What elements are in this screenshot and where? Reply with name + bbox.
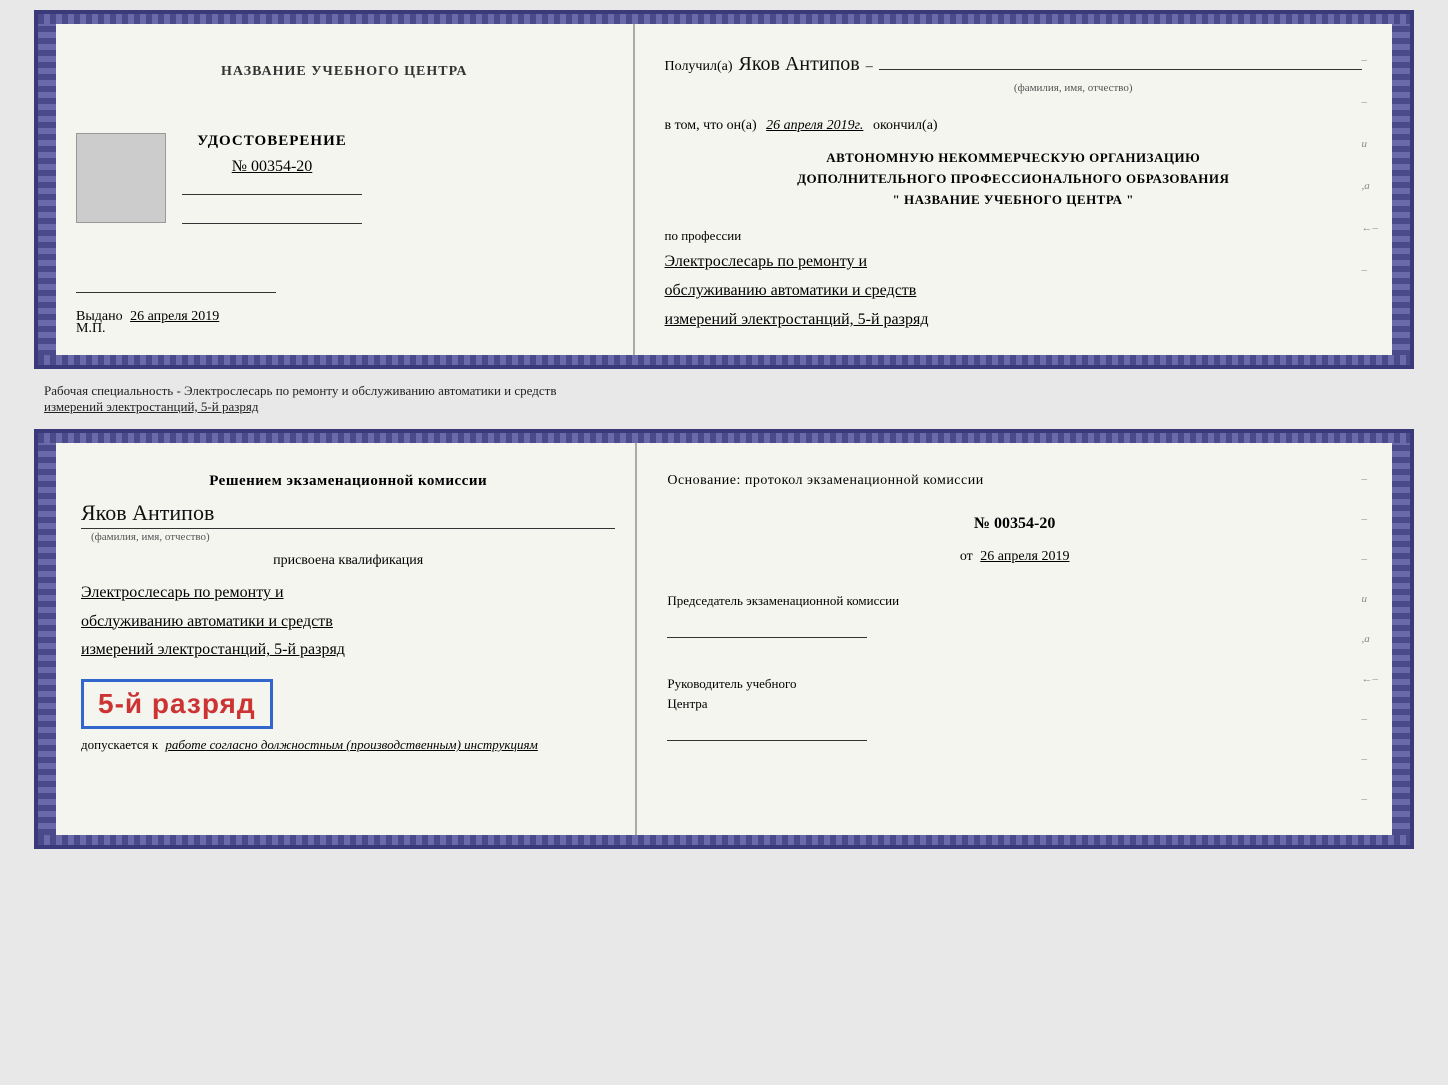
director-section: Руководитель учебного Центра: [667, 674, 1362, 741]
chairman-label: Председатель экзаменационной комиссии: [667, 591, 1362, 611]
bottom-right-page: Основание: протокол экзаменационной коми…: [637, 443, 1392, 835]
chairman-label-line1: Председатель экзаменационной комиссии: [667, 593, 899, 608]
confirm-suffix: окончил(а): [873, 118, 938, 133]
bottom-left-page: Решением экзаменационной комиссии Яков А…: [56, 443, 637, 835]
bottom-certificate-book: Решением экзаменационной комиссии Яков А…: [34, 429, 1414, 849]
допускается-text: допускается к: [81, 737, 158, 752]
training-center-title-left: НАЗВАНИЕ УЧЕБНОГО ЦЕНТРА: [221, 54, 467, 84]
допускается-italic: работе согласно должностным (производств…: [165, 737, 537, 752]
middle-specialty-label: Рабочая специальность - Электрослесарь п…: [34, 377, 1414, 421]
protocol-date: от 26 апреля 2019: [667, 549, 1362, 565]
org-line3: " НАЗВАНИЕ УЧЕБНОГО ЦЕНТРА ": [665, 190, 1362, 211]
mp-label: М.П.: [76, 321, 106, 337]
confirm-date: 26 апреля 2019г.: [766, 118, 863, 133]
top-certificate-book: НАЗВАНИЕ УЧЕБНОГО ЦЕНТРА УДОСТОВЕРЕНИЕ №…: [34, 10, 1414, 369]
issued-date-line: Выдано 26 апреля 2019: [76, 309, 613, 325]
left-border-decoration: [38, 14, 56, 365]
person-name-bottom: Яков Антипов: [81, 500, 615, 529]
top-left-page: НАЗВАНИЕ УЧЕБНОГО ЦЕНТРА УДОСТОВЕРЕНИЕ №…: [56, 24, 635, 355]
received-label: Получил(а): [665, 59, 733, 75]
date-value: 26 апреля 2019: [980, 549, 1069, 564]
issued-date: 26 апреля 2019: [130, 309, 219, 324]
org-line1: АВТОНОМНУЮ НЕКОММЕРЧЕСКУЮ ОРГАНИЗАЦИЮ: [665, 148, 1362, 169]
bottom-right-border: [1392, 433, 1410, 845]
org-line2: ДОПОЛНИТЕЛЬНОГО ПРОФЕССИОНАЛЬНОГО ОБРАЗО…: [665, 169, 1362, 190]
assigned-label: присвоена квалификация: [81, 553, 615, 569]
profession-text: Электрослесарь по ремонту иобслуживанию …: [665, 248, 1362, 334]
profession-label: по профессии: [665, 228, 1362, 244]
допускается-line: допускается к работе согласно должностны…: [81, 735, 615, 756]
confirm-block: в том, что он(а) 26 апреля 2019г. окончи…: [665, 118, 1362, 134]
stamp-placeholder: [76, 133, 166, 223]
date-prefix: от: [960, 549, 973, 564]
director-label-1: Руководитель учебного: [667, 676, 796, 691]
osnov-label: Основание: протокол экзаменационной коми…: [667, 473, 1362, 489]
director-label: Руководитель учебного Центра: [667, 674, 1362, 713]
name-caption-top: (фамилия, имя, отчество): [785, 82, 1362, 94]
profession-block: по профессии Электрослесарь по ремонту и…: [665, 228, 1362, 334]
razryad-badge: 5-й разряд: [81, 679, 273, 729]
middle-text-1: Рабочая специальность - Электрослесарь п…: [44, 383, 1404, 399]
razryad-section: 5-й разряд допускается к работе согласно…: [81, 675, 615, 756]
person-name-block: Яков Антипов (фамилия, имя, отчество): [81, 500, 615, 543]
recipient-name: Яков Антипов: [739, 53, 860, 76]
recipient-block: Получил(а) Яков Антипов –: [665, 44, 1362, 76]
udostoverenie-label: УДОСТОВЕРЕНИЕ: [197, 133, 347, 150]
bottom-left-border: [38, 433, 56, 845]
cert-number: № 00354-20: [232, 158, 313, 176]
chairman-signature-line: [667, 618, 867, 638]
org-block: АВТОНОМНУЮ НЕКОММЕРЧЕСКУЮ ОРГАНИЗАЦИЮ ДО…: [665, 148, 1362, 210]
middle-text-2: измерений электростанций, 5-й разряд: [44, 399, 1404, 415]
protocol-number: № 00354-20: [667, 515, 1362, 533]
director-label-2: Центра: [667, 696, 707, 711]
qualification-text: Электрослесарь по ремонту и обслуживанию…: [81, 579, 615, 665]
chairman-section: Председатель экзаменационной комиссии: [667, 591, 1362, 639]
dash: –: [866, 59, 873, 75]
right-border-decoration: [1392, 14, 1410, 365]
director-signature-line: [667, 721, 867, 741]
name-caption-bottom: (фамилия, имя, отчество): [91, 531, 615, 543]
decision-title: Решением экзаменационной комиссии: [81, 473, 615, 490]
confirm-prefix: в том, что он(а): [665, 118, 757, 133]
top-right-page: Получил(а) Яков Антипов – (фамилия, имя,…: [635, 24, 1392, 355]
